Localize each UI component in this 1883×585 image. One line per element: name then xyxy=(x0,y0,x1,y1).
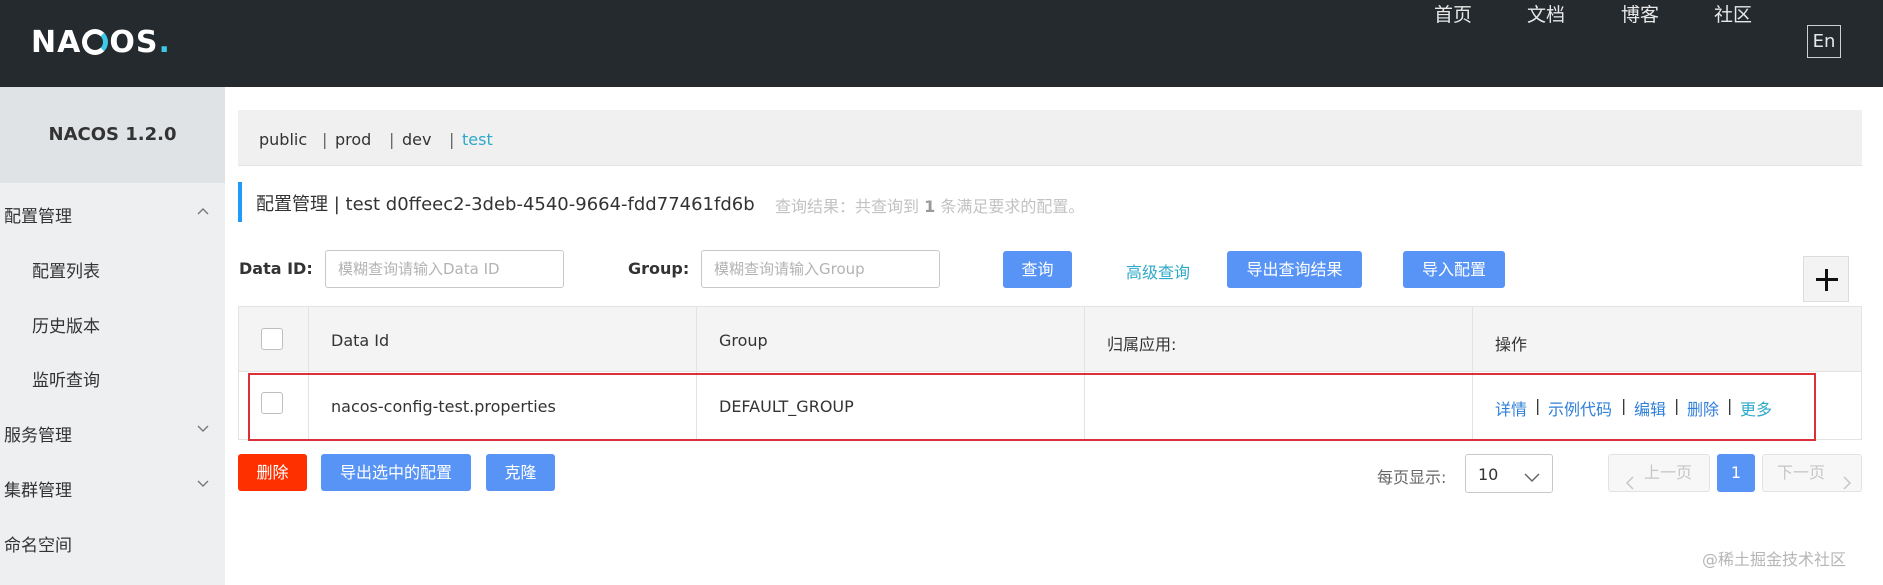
menu-history-version[interactable]: 历史版本 xyxy=(32,312,100,337)
menu-config-management[interactable]: 配置管理 xyxy=(4,202,72,227)
menu-listener-query[interactable]: 监听查询 xyxy=(32,366,100,391)
language-switch-button[interactable]: En xyxy=(1807,25,1841,58)
namespace-dev[interactable]: dev xyxy=(402,130,431,149)
nacos-logo[interactable]: NA OS. xyxy=(31,22,171,62)
chevron-down-icon[interactable] xyxy=(197,480,209,490)
action-separator: | xyxy=(1674,396,1680,415)
title-accent-bar xyxy=(238,182,242,222)
chevron-down-icon xyxy=(1524,468,1540,487)
select-all-checkbox[interactable] xyxy=(261,328,283,350)
group-label: Group: xyxy=(628,259,690,278)
current-page-button[interactable]: 1 xyxy=(1717,454,1755,492)
next-page-button[interactable]: 下一页 xyxy=(1762,454,1862,492)
delete-button[interactable]: 删除 xyxy=(238,454,307,491)
export-selected-button[interactable]: 导出选中的配置 xyxy=(321,454,471,491)
table-header xyxy=(239,307,1861,372)
data-id-label: Data ID: xyxy=(239,259,313,278)
top-header: NA OS. 首页 文档 博客 社区 En xyxy=(0,0,1883,87)
page-size-select[interactable]: 10 xyxy=(1465,454,1553,493)
import-config-button[interactable]: 导入配置 xyxy=(1403,251,1505,288)
header-actions: 操作 xyxy=(1495,335,1528,354)
header-app: 归属应用: xyxy=(1107,335,1177,354)
menu-cluster-management[interactable]: 集群管理 xyxy=(4,476,72,501)
namespace-bar: public | prod | dev | test xyxy=(238,110,1862,166)
action-sample-code[interactable]: 示例代码 xyxy=(1548,396,1612,420)
action-edit[interactable]: 编辑 xyxy=(1634,396,1666,420)
chevron-left-icon xyxy=(1625,467,1634,503)
chevron-right-icon xyxy=(1843,467,1852,503)
nav-blog[interactable]: 博客 xyxy=(1621,0,1659,30)
page-size-label: 每页显示: xyxy=(1377,468,1447,487)
namespace-separator: | xyxy=(449,130,455,149)
action-delete[interactable]: 删除 xyxy=(1687,396,1719,420)
page-title: 配置管理 | test d0ffeec2-3deb-4540-9664-fdd7… xyxy=(256,194,755,215)
namespace-prod[interactable]: prod xyxy=(335,130,371,149)
nav-docs[interactable]: 文档 xyxy=(1527,0,1565,30)
action-details[interactable]: 详情 xyxy=(1495,396,1527,420)
query-button[interactable]: 查询 xyxy=(1003,251,1072,288)
menu-service-management[interactable]: 服务管理 xyxy=(4,421,72,446)
nav-home[interactable]: 首页 xyxy=(1434,0,1472,30)
sidebar: NACOS 1.2.0 配置管理 配置列表 历史版本 监听查询 服务管理 集群管… xyxy=(0,87,225,585)
clone-button[interactable]: 克隆 xyxy=(486,454,555,491)
query-result-hint: 查询结果：共查询到 1 条满足要求的配置。 xyxy=(775,197,1085,216)
action-separator: | xyxy=(1621,396,1627,415)
header-group: Group xyxy=(719,331,768,350)
add-config-plus-icon[interactable] xyxy=(1803,256,1849,302)
namespace-public[interactable]: public xyxy=(259,130,307,149)
export-results-button[interactable]: 导出查询结果 xyxy=(1227,251,1362,288)
logo-c-ring-icon xyxy=(82,29,109,55)
page-size-value: 10 xyxy=(1478,465,1499,484)
action-separator: | xyxy=(1535,396,1541,415)
prev-page-button[interactable]: 上一页 xyxy=(1608,454,1710,492)
data-id-input[interactable] xyxy=(325,250,564,288)
menu-namespace[interactable]: 命名空间 xyxy=(4,531,72,556)
action-separator: | xyxy=(1727,396,1733,415)
namespace-separator: | xyxy=(322,130,328,149)
nav-community[interactable]: 社区 xyxy=(1714,0,1752,30)
chevron-down-icon[interactable] xyxy=(197,425,209,435)
namespace-separator: | xyxy=(389,130,395,149)
group-input[interactable] xyxy=(701,250,940,288)
watermark: @稀土掘金技术社区 xyxy=(1702,550,1847,569)
advanced-query-link[interactable]: 高级查询 xyxy=(1126,259,1190,283)
version-label: NACOS 1.2.0 xyxy=(0,87,225,183)
namespace-test[interactable]: test xyxy=(462,130,493,149)
header-data-id: Data Id xyxy=(331,331,390,350)
action-more[interactable]: 更多 xyxy=(1740,396,1772,420)
menu-config-list[interactable]: 配置列表 xyxy=(32,257,100,282)
chevron-up-icon[interactable] xyxy=(197,207,209,217)
